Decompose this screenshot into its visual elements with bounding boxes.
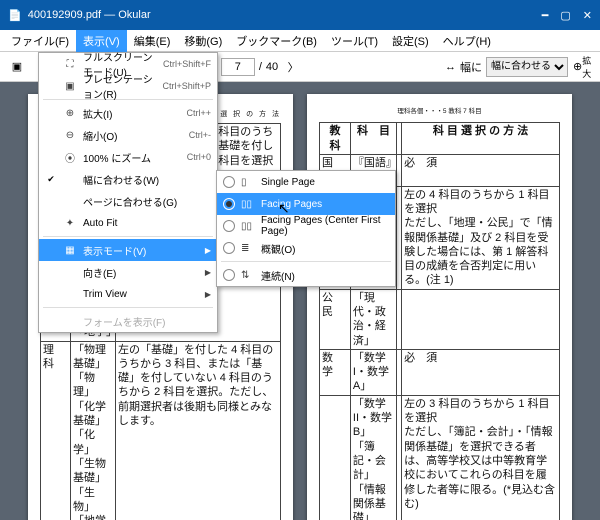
check-icon: ✔ xyxy=(45,174,57,185)
submenu-arrow-icon: ▶ xyxy=(205,268,211,277)
row-icon: ✦ xyxy=(63,218,77,229)
zoom-in-button[interactable]: ⊕ 拡大 xyxy=(572,56,594,78)
app-icon: 📄 xyxy=(8,9,22,22)
menu-item[interactable]: ファイル(F) xyxy=(4,30,76,52)
menu-item[interactable]: ツール(T) xyxy=(324,30,385,52)
menu-item[interactable]: ブックマーク(B) xyxy=(229,30,324,52)
fit-select[interactable]: 幅に合わせる xyxy=(486,57,568,77)
radio-icon xyxy=(223,269,235,281)
menu-row[interactable]: Trim View ▶ xyxy=(39,283,217,305)
row-accel: Ctrl++ xyxy=(186,108,211,118)
close-button[interactable]: ✕ xyxy=(583,9,592,22)
submenu-row[interactable]: ⇅ 連続(N) xyxy=(217,264,395,286)
maximize-button[interactable]: ▢ xyxy=(560,9,570,22)
row-icon: ▦ xyxy=(63,245,77,256)
row-icon: ⛶ xyxy=(63,59,77,70)
fit-icon: ↔ xyxy=(445,61,456,73)
menu-row[interactable]: ページに合わせる(G) xyxy=(39,190,217,212)
row-icon: ⊖ xyxy=(63,130,77,141)
submenu-arrow-icon: ▶ xyxy=(205,290,211,299)
row-label: Facing Pages xyxy=(261,199,389,210)
menu-item[interactable]: 設定(S) xyxy=(385,30,436,52)
row-accel: Ctrl+Shift+F xyxy=(163,59,211,69)
row-icon: ▯▯ xyxy=(241,221,255,232)
submenu-arrow-icon: ▶ xyxy=(205,246,211,255)
row-label: 表示モード(V) xyxy=(83,243,199,258)
titlebar: 📄 400192909.pdf — Okular ━ ▢ ✕ xyxy=(0,0,600,30)
menu-row[interactable]: ▣プレゼンテーション(R)Ctrl+Shift+P xyxy=(39,75,217,97)
row-icon: ▣ xyxy=(63,81,77,92)
radio-icon xyxy=(223,176,235,188)
row-label: 縮小(O) xyxy=(83,128,183,143)
row-accel: Ctrl+- xyxy=(189,130,211,140)
row-label: ページに合わせる(G) xyxy=(83,194,211,209)
menu-row[interactable]: ⊕ 拡大(I) Ctrl++ xyxy=(39,102,217,124)
page-number-input[interactable] xyxy=(221,58,255,76)
menu-row[interactable]: 向き(E) ▶ xyxy=(39,261,217,283)
next-page-button[interactable]: 〉 xyxy=(282,56,304,78)
row-accel: Ctrl+0 xyxy=(187,152,211,162)
radio-icon xyxy=(223,242,235,254)
row-label: 幅に合わせる(W) xyxy=(83,172,211,187)
row-label: Auto Fit xyxy=(83,218,211,229)
row-label: Facing Pages (Center First Page) xyxy=(261,215,389,237)
menu-row[interactable]: ▦ 表示モード(V) ▶ xyxy=(39,239,217,261)
submenu-row[interactable]: ▯▯ Facing Pages (Center First Page) xyxy=(217,215,395,237)
sidebar-toggle-button[interactable]: ▣ xyxy=(6,56,28,78)
page-right: 理科各個・・・5 教科 7 科目教 科科 目科 目 選 択 の 方 法国 語『国… xyxy=(307,94,572,520)
row-label: 連続(N) xyxy=(261,268,389,283)
menu-item[interactable]: ヘルプ(H) xyxy=(436,30,498,52)
menu-row[interactable]: ✦ Auto Fit xyxy=(39,212,217,234)
row-icon: ▯ xyxy=(241,177,255,188)
menu-row[interactable]: ⦿ 100% にズーム Ctrl+0 xyxy=(39,146,217,168)
menu-row[interactable]: ⊖ 縮小(O) Ctrl+- xyxy=(39,124,217,146)
fit-label: 幅に xyxy=(460,59,482,75)
row-label: フォームを表示(F) xyxy=(83,314,211,329)
row-icon: ⇅ xyxy=(241,270,255,281)
page-total: 40 xyxy=(266,61,278,73)
viewmode-submenu: ▯ Single Page ▯▯ Facing Pages ▯▯ Facing Pages… xyxy=(216,170,396,287)
row-label: 拡大(I) xyxy=(83,106,180,121)
submenu-row[interactable]: ▯ Single Page xyxy=(217,171,395,193)
radio-icon xyxy=(223,198,235,210)
row-icon: ≣ xyxy=(241,243,255,254)
menu-row: フォームを表示(F) xyxy=(39,310,217,332)
row-label: Single Page xyxy=(261,177,389,188)
row-icon: ⦿ xyxy=(63,150,77,165)
menu-item[interactable]: 移動(G) xyxy=(177,30,229,52)
row-label: 100% にズーム xyxy=(83,150,181,165)
menu-row[interactable]: ✔ 幅に合わせる(W) xyxy=(39,168,217,190)
page-separator: / xyxy=(259,61,262,73)
row-accel: Ctrl+Shift+P xyxy=(162,81,211,91)
row-label: 概観(O) xyxy=(261,241,389,256)
window-title: 400192909.pdf — Okular xyxy=(28,9,151,21)
row-label: プレゼンテーション(R) xyxy=(83,71,156,101)
radio-icon xyxy=(223,220,235,232)
row-icon: ⊕ xyxy=(63,108,77,119)
row-label: 向き(E) xyxy=(83,265,199,280)
submenu-row[interactable]: ▯▯ Facing Pages xyxy=(217,193,395,215)
view-menu-dropdown: ⛶フルスクリーンモード(U)Ctrl+Shift+F▣プレゼンテーション(R)C… xyxy=(38,52,218,333)
minimize-button[interactable]: ━ xyxy=(542,9,549,22)
submenu-row[interactable]: ≣ 概観(O) xyxy=(217,237,395,259)
row-label: Trim View xyxy=(83,289,199,300)
row-icon: ▯▯ xyxy=(241,199,255,210)
